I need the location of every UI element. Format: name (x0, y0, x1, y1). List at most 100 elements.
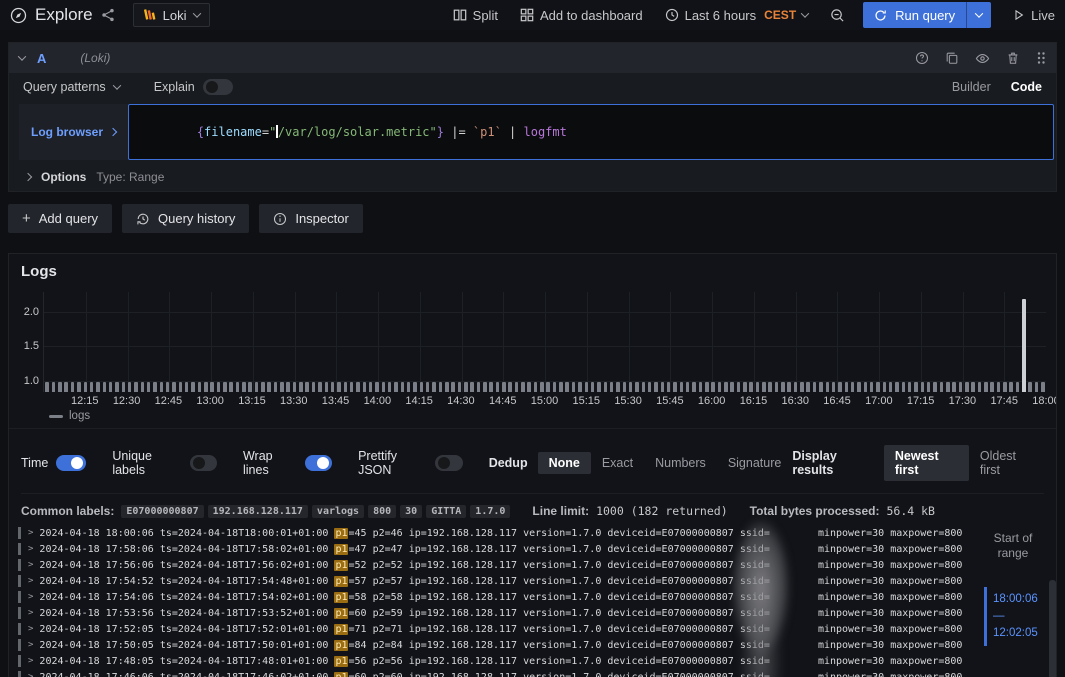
live-button[interactable]: Live (1013, 8, 1055, 23)
expand-chevron-icon[interactable]: > (28, 640, 33, 650)
log-browser-button[interactable]: Log browser (19, 104, 128, 160)
volume-bar[interactable] (103, 382, 107, 392)
volume-bar[interactable] (344, 382, 348, 392)
eye-icon[interactable] (975, 51, 990, 66)
datasource-picker[interactable]: Loki (133, 3, 210, 27)
volume-bar[interactable] (1028, 382, 1032, 392)
volume-bar[interactable] (477, 382, 481, 392)
volume-bar[interactable] (553, 382, 557, 392)
volume-bar[interactable] (534, 382, 538, 392)
volume-bar[interactable] (902, 382, 906, 392)
volume-bar[interactable] (680, 382, 684, 392)
volume-bar[interactable] (52, 382, 56, 392)
log-row[interactable]: >2024-04-18 17:48:05 ts=2024-04-18T17:48… (9, 653, 1056, 669)
volume-bar[interactable] (546, 382, 550, 392)
volume-bar[interactable] (1009, 382, 1013, 392)
options-label[interactable]: Options (41, 170, 86, 184)
volume-bar[interactable] (115, 382, 119, 392)
volume-bar[interactable] (768, 382, 772, 392)
volume-bar[interactable] (794, 382, 798, 392)
legend-series-logs[interactable]: logs (69, 410, 90, 422)
volume-bar[interactable] (109, 382, 113, 392)
volume-bar[interactable] (128, 382, 132, 392)
volume-bar[interactable] (781, 382, 785, 392)
run-query-button[interactable]: Run query (863, 2, 991, 28)
volume-bar[interactable] (800, 382, 804, 392)
query-input[interactable]: {filename="/var/log/solar.metric"} |= `p… (128, 104, 1054, 160)
volume-bar[interactable] (718, 382, 722, 392)
volume-bar[interactable] (122, 382, 126, 392)
volume-bar[interactable] (585, 382, 589, 392)
volume-bar[interactable] (439, 382, 443, 392)
volume-bar[interactable] (730, 382, 734, 392)
dedup-option-signature[interactable]: Signature (717, 452, 793, 474)
inspector-button[interactable]: Inspector (259, 204, 362, 233)
volume-bar[interactable] (959, 382, 963, 392)
volume-bar[interactable] (350, 382, 354, 392)
volume-bar[interactable] (1035, 382, 1039, 392)
volume-bar[interactable] (1022, 299, 1026, 392)
log-row[interactable]: >2024-04-18 17:46:06 ts=2024-04-18T17:46… (9, 669, 1056, 677)
volume-bar[interactable] (71, 382, 75, 392)
volume-bar[interactable] (210, 382, 214, 392)
expand-chevron-icon[interactable]: > (28, 608, 33, 618)
volume-bar[interactable] (147, 382, 151, 392)
volume-bar[interactable] (990, 382, 994, 392)
volume-bar[interactable] (286, 382, 290, 392)
expand-chevron-icon[interactable]: > (28, 656, 33, 666)
time-range-picker[interactable]: Last 6 hours CEST (665, 8, 809, 23)
volume-bar[interactable] (851, 382, 855, 392)
volume-bar[interactable] (141, 382, 145, 392)
volume-bar[interactable] (489, 382, 493, 392)
display-option-newest-first[interactable]: Newest first (884, 445, 969, 481)
volume-bar[interactable] (984, 382, 988, 392)
volume-bar[interactable] (838, 382, 842, 392)
volume-bar[interactable] (997, 382, 1001, 392)
volume-bar[interactable] (172, 382, 176, 392)
volume-bar[interactable] (255, 382, 259, 392)
volume-bar[interactable] (864, 382, 868, 392)
volume-bar[interactable] (337, 382, 341, 392)
volume-bar[interactable] (623, 382, 627, 392)
dedup-option-exact[interactable]: Exact (591, 452, 644, 474)
volume-bar[interactable] (496, 382, 500, 392)
volume-bar[interactable] (699, 382, 703, 392)
volume-bar[interactable] (559, 382, 563, 392)
volume-bar[interactable] (806, 382, 810, 392)
volume-bar[interactable] (870, 382, 874, 392)
volume-bar[interactable] (318, 382, 322, 392)
grip-icon[interactable] (1036, 51, 1046, 65)
volume-bar[interactable] (667, 382, 671, 392)
split-button[interactable]: Split (453, 8, 498, 23)
volume-bar[interactable] (654, 382, 658, 392)
volume-bar[interactable] (673, 382, 677, 392)
volume-bar[interactable] (331, 382, 335, 392)
query-patterns-button[interactable]: Query patterns (23, 80, 120, 94)
trash-icon[interactable] (1006, 51, 1020, 65)
query-row-header[interactable]: A (Loki) (9, 43, 1056, 73)
volume-bar[interactable] (198, 382, 202, 392)
volume-bar[interactable] (661, 382, 665, 392)
display-option-oldest-first[interactable]: Oldest first (969, 445, 1044, 481)
volume-bar[interactable] (895, 382, 899, 392)
volume-bar[interactable] (845, 382, 849, 392)
volume-bar[interactable] (451, 382, 455, 392)
volume-bar[interactable] (686, 382, 690, 392)
volume-bar[interactable] (826, 382, 830, 392)
volume-bar[interactable] (166, 382, 170, 392)
volume-bar[interactable] (832, 382, 836, 392)
volume-bar[interactable] (1003, 382, 1007, 392)
expand-chevron-icon[interactable]: > (28, 544, 33, 554)
volume-bar[interactable] (261, 382, 265, 392)
volume-bar[interactable] (280, 382, 284, 392)
volume-bar[interactable] (648, 382, 652, 392)
wrap-lines-toggle[interactable] (305, 455, 332, 471)
volume-bar[interactable] (591, 382, 595, 392)
volume-bar[interactable] (1016, 382, 1020, 392)
volume-bar[interactable] (540, 382, 544, 392)
volume-bar[interactable] (521, 382, 525, 392)
volume-bar[interactable] (711, 382, 715, 392)
query-history-button[interactable]: Query history (122, 204, 249, 233)
volume-bar[interactable] (762, 382, 766, 392)
volume-bar[interactable] (604, 382, 608, 392)
